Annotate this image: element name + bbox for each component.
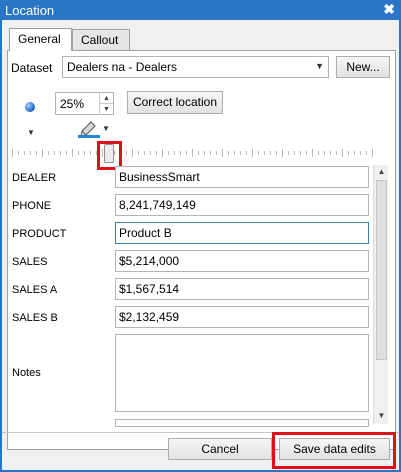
slider-tick [24,151,25,155]
chevron-down-icon: ▼ [315,61,324,71]
slider-tick [204,151,205,155]
slider-tick [36,151,37,155]
slider-tick [288,151,289,155]
slider-tick [264,151,265,155]
slider-tick [216,151,217,155]
slider-tick [150,151,151,155]
slider-tick [174,151,175,155]
slider-tick [66,151,67,155]
product-field[interactable]: Product B [115,222,369,244]
save-highlight [272,432,396,469]
field-label-notes: Notes [12,367,41,379]
slider-tick [72,149,73,157]
dealer-field[interactable]: BusinessSmart [115,166,369,188]
slider-tick [240,151,241,155]
pencil-icon[interactable] [78,120,100,138]
field-label-sales: SALES [12,256,48,268]
zoom-stepper[interactable]: 25% ▲ ▼ [55,92,114,115]
dataset-select[interactable]: Dealers na - Dealers ▼ [62,56,329,78]
slider-tick [282,149,283,157]
field-label-sales-b: SALES B [12,312,58,324]
sales-a-field[interactable]: $1,567,514 [115,278,369,300]
slider-tick [228,151,229,155]
slider-tick [42,149,43,157]
slider-tick [330,151,331,155]
scroll-thumb[interactable] [376,180,387,360]
slider-tick [372,149,373,157]
slider-tick [198,151,199,155]
slider-tick [318,151,319,155]
slider-tick [12,149,13,157]
slider-tick [180,151,181,155]
scroll-down-icon[interactable]: ▼ [374,409,389,423]
close-icon[interactable]: ✖ [383,1,395,18]
slider-tick [276,151,277,155]
slider-tick [306,151,307,155]
slider-tick [366,151,367,155]
slider-tick [84,151,85,155]
field-label-phone: PHONE [12,200,52,212]
next-field-partial[interactable] [115,419,369,427]
slider-tick [336,151,337,155]
slider-tick [18,151,19,155]
slider-tick [324,151,325,155]
slider-tick [300,151,301,155]
slider-tick [78,151,79,155]
slider-tick [48,151,49,155]
scroll-up-icon[interactable]: ▲ [374,165,389,179]
stepper-up-icon[interactable]: ▲ [99,93,113,104]
position-slider-track[interactable] [12,148,373,158]
slider-tick [354,151,355,155]
slider-tick [342,149,343,157]
title-bar: Location ✖ [0,0,401,20]
slider-tick [246,151,247,155]
window-title: Location [5,3,55,18]
marker-dropdown-icon[interactable]: ▼ [27,128,35,137]
location-dialog: Location ✖ General Callout Dataset Deale… [0,0,401,472]
field-label-sales-a: SALES A [12,284,58,296]
slider-tick [312,149,313,157]
slider-tick [222,149,223,157]
slider-tick [156,151,157,155]
slider-tick [30,151,31,155]
slider-tick [162,149,163,157]
phone-field[interactable]: 8,241,749,149 [115,194,369,216]
slider-tick [252,149,253,157]
correct-location-button[interactable]: Correct location [127,91,223,114]
slider-tick [348,151,349,155]
slider-tick [210,151,211,155]
slider-tick [144,151,145,155]
slider-tick [54,151,55,155]
slider-tick [90,151,91,155]
slider-tick [138,151,139,155]
blue-sphere-icon[interactable] [25,102,35,112]
slider-tick [192,149,193,157]
slider-tick [168,151,169,155]
field-label-dealer: DEALER [12,172,57,184]
slider-tick [270,151,271,155]
slider-tick [132,149,133,157]
cancel-button[interactable]: Cancel [168,438,272,460]
tab-callout[interactable]: Callout [72,29,130,50]
slider-tick [258,151,259,155]
field-label-product: PRODUCT [12,228,67,240]
slider-tick [60,151,61,155]
tab-general[interactable]: General [9,28,72,51]
slider-tick [234,151,235,155]
sales-b-field[interactable]: $2,132,459 [115,306,369,328]
dataset-label: Dataset [11,61,53,75]
slider-tick [294,151,295,155]
zoom-value: 25% [60,97,85,111]
slider-tick [126,151,127,155]
stepper-down-icon[interactable]: ▼ [99,104,113,115]
fields-scrollbar[interactable]: ▲ ▼ [373,165,388,424]
sales-field[interactable]: $5,214,000 [115,250,369,272]
notes-field[interactable] [115,334,369,412]
pen-dropdown-icon[interactable]: ▼ [102,124,110,133]
new-dataset-button[interactable]: New... [336,56,390,78]
slider-tick [186,151,187,155]
dataset-select-value: Dealers na - Dealers [67,60,178,74]
slider-tick [360,151,361,155]
